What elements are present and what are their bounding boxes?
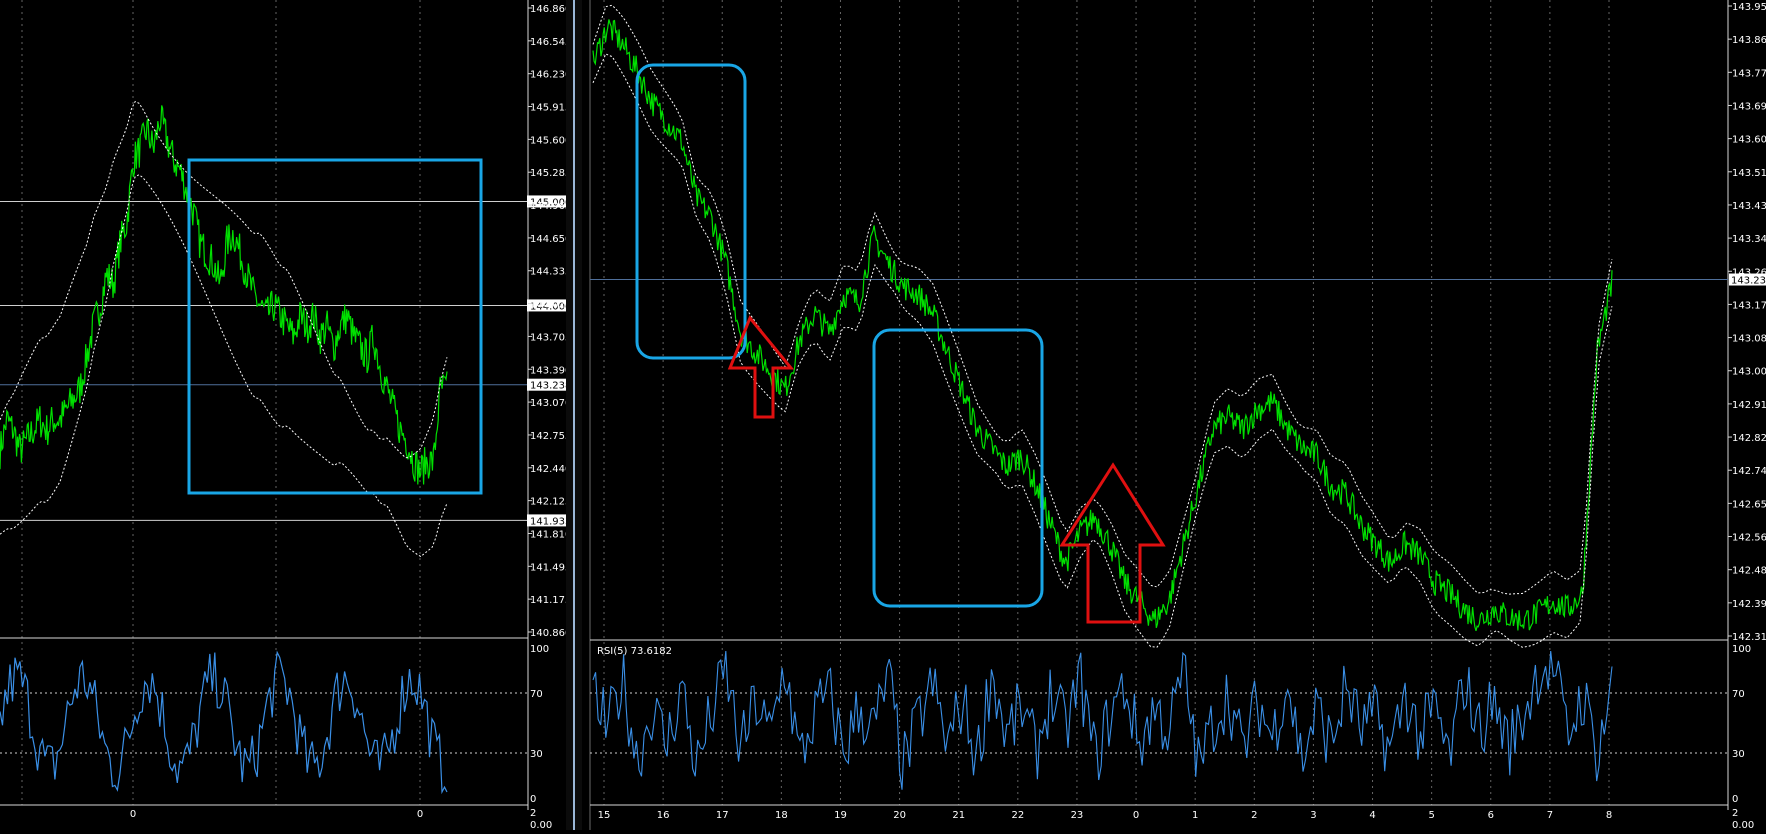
left-price-tick-label: 141.810 [530,529,571,540]
right-price-tick-label: 143.860 [1732,35,1766,46]
rsi-indicator-label: RSI(5) 73.6182 [597,646,672,657]
right-time-label: 8 [1606,810,1612,821]
right-time-label: 3 [1310,810,1316,821]
left-price-tick-label: 144.965 [530,201,571,212]
right-rsi-tick-label: 70 [1732,689,1745,700]
left-price-tick-label: 146.545 [530,37,571,48]
left-price-tick-label: 142.755 [530,431,571,442]
right-footer-tick: 2 [1732,808,1738,819]
right-price-tick-label: 143.000 [1732,367,1766,378]
right-price-tick-label: 143.605 [1732,135,1766,146]
right-time-label: 21 [952,810,965,821]
right-price-tick-label: 142.910 [1732,400,1766,411]
right-time-label: 4 [1369,810,1375,821]
left-price-tick-label: 142.440 [530,464,571,475]
right-price-tick-label: 143.690 [1732,101,1766,112]
left-price-tick-label: 141.495 [530,562,571,573]
right-price-tick-label: 143.950 [1732,2,1766,13]
left-price-tick-label: 146.860 [530,4,571,15]
right-price-tick-label: 143.085 [1732,334,1766,345]
right-rsi-tick-label: 100 [1732,644,1751,655]
right-time-label: 15 [598,810,611,821]
right-price-tick-label: 142.310 [1732,632,1766,643]
right-time-label: 2 [1251,810,1257,821]
left-footer-tick: 2 [530,808,536,819]
left-price-tick-label: 140.860 [530,628,571,639]
left-price-tick-label: 141.175 [530,595,571,606]
right-time-label: 17 [716,810,729,821]
right-price-tick-label: 143.515 [1732,168,1766,179]
right-time-label: 23 [1071,810,1084,821]
right-time-label: 7 [1547,810,1553,821]
left-price-tick-label: 144.335 [530,267,571,278]
left-price-tick-label: 145.915 [530,103,571,114]
left-rsi-tick-label: 100 [530,644,549,655]
left-price-tick-label: 144.650 [530,234,571,245]
right-time-label: 19 [834,810,847,821]
left-price-tick-label: 145.600 [530,135,571,146]
right-time-label: 22 [1011,810,1024,821]
left-rsi-tick-label: 70 [530,689,543,700]
right-price-tick-label: 143.260 [1732,267,1766,278]
left-price-tick-label: 144.020 [530,300,571,311]
left-price-tick-label: 142.125 [530,497,571,508]
left-level-label: 141.933 [530,516,571,527]
right-rsi-tick-label: 30 [1732,749,1745,760]
right-time-label: 20 [893,810,906,821]
right-price-tick-label: 142.825 [1732,433,1766,444]
right-price-tick-label: 142.480 [1732,566,1766,577]
right-price-tick-label: 142.565 [1732,533,1766,544]
right-time-label: 6 [1488,810,1494,821]
right-price-tick-label: 142.740 [1732,466,1766,477]
right-price-tick-label: 143.430 [1732,201,1766,212]
left-price-tick-label: 143.070 [530,398,571,409]
right-price-tick-label: 142.655 [1732,499,1766,510]
right-time-label: 1 [1192,810,1198,821]
left-price-tick-label: 143.390 [530,365,571,376]
left-price-tick-label: 146.230 [530,70,571,81]
left-time-label: 0 [130,809,136,820]
right-time-label: 5 [1428,810,1434,821]
right-rsi-tick-label: 0 [1732,794,1738,805]
right-price-tick-label: 143.775 [1732,68,1766,79]
right-time-label: 16 [657,810,670,821]
left-time-label: 0 [417,809,423,820]
left-footer-tick: 0.00 [530,820,552,830]
left-level-label: 143.238 [530,381,571,392]
left-rsi-tick-label: 0 [530,794,536,805]
right-price-tick-label: 143.170 [1732,300,1766,311]
right-price-tick-label: 142.395 [1732,599,1766,610]
right-time-label: 18 [775,810,788,821]
chart-canvas: 145.000144.000143.238141.933 146.860146.… [0,0,1766,831]
left-price-tick-label: 145.285 [530,168,571,179]
right-footer-tick: 0.00 [1732,820,1754,830]
right-price-tick-label: 143.345 [1732,234,1766,245]
left-rsi-tick-label: 30 [530,749,543,760]
left-price-tick-label: 143.705 [530,332,571,343]
right-time-label: 0 [1133,810,1139,821]
